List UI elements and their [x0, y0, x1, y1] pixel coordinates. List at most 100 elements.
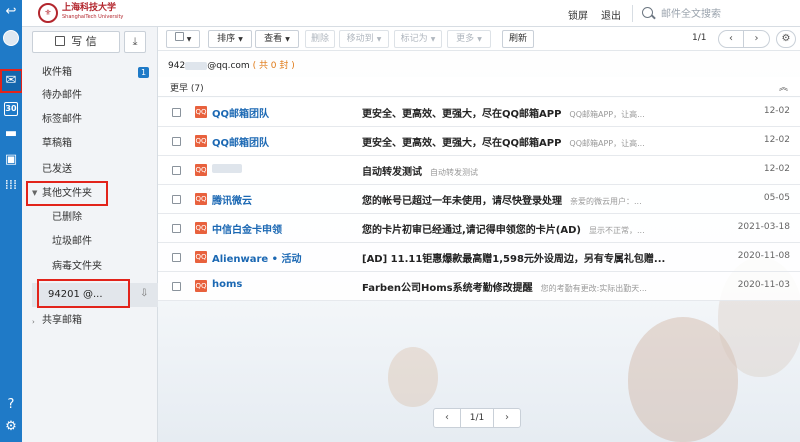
back-icon[interactable]: ↩ — [3, 4, 19, 20]
mail-sender[interactable]: 腾讯微云 — [212, 192, 252, 207]
mail-checkbox[interactable] — [172, 108, 181, 117]
collapse-up-icon[interactable]: ︽ — [779, 80, 788, 93]
sort-button[interactable]: 排序 ▼ — [208, 30, 252, 48]
mail-checkbox[interactable] — [172, 282, 181, 291]
mail-subject[interactable]: 更安全、更高效、更强大，尽在QQ邮箱APP QQ邮箱APP，让高... — [362, 105, 645, 120]
chevron-right-icon: › — [754, 33, 759, 44]
folder-shared[interactable]: 共享邮箱 — [42, 312, 82, 330]
mail-sender[interactable] — [212, 163, 242, 174]
select-all-checkbox[interactable] — [174, 32, 184, 41]
mail-subject-text: 更安全、更高效、更强大，尽在QQ邮箱APP — [362, 109, 562, 120]
mail-row[interactable]: QQ Alienware • 活动 [AD] 11.11钜惠爆款最高赠1,598元外… — [158, 243, 800, 272]
mail-subject-text: 您的帐号已超过一年未使用，请尽快登录处理 — [362, 196, 562, 207]
mail-date: 2021-03-18 — [737, 222, 790, 232]
folder-deleted[interactable]: 已删除 — [52, 209, 82, 227]
mail-subject[interactable]: 您的帐号已超过一年未使用，请尽快登录处理 亲爱的微云用户：... — [362, 192, 642, 207]
mail-subject[interactable]: 更安全、更高效、更强大，尽在QQ邮箱APP QQ邮箱APP，让高... — [362, 134, 645, 149]
mail-row[interactable]: QQ 腾讯微云 您的帐号已超过一年未使用，请尽快登录处理 亲爱的微云用户：... 05-… — [158, 185, 800, 214]
calendar-icon[interactable]: 30 — [4, 102, 18, 116]
mail-sender[interactable]: 中信白金卡申领 — [212, 221, 282, 236]
bottom-prev-button[interactable]: ‹ — [433, 408, 461, 428]
qq-mail-icon: QQ — [195, 106, 207, 118]
collapse-caret-icon[interactable]: › — [32, 318, 35, 326]
prev-page-button[interactable]: ‹ — [718, 30, 744, 48]
mail-subject[interactable]: [AD] 11.11钜惠爆款最高赠1,598元外设周边，另有专属礼包赠... — [362, 250, 665, 265]
lock-screen-link[interactable]: 锁屏 — [568, 7, 588, 22]
folder-inbox[interactable]: 收件箱 — [42, 64, 72, 82]
mail-subject[interactable]: 自动转发测试 自动转发测试 — [362, 163, 478, 178]
help-icon[interactable]: ? — [3, 397, 19, 413]
mail-row[interactable]: QQ homs Farben公司Homs系统考勤修改提醒 您的考勤有更改:实际出勤天.… — [158, 272, 800, 301]
inbox-unread-badge: 1 — [138, 67, 149, 78]
list-settings-button[interactable]: ⚙ — [776, 30, 796, 48]
folder-sent[interactable]: 已发送 — [42, 161, 72, 179]
upload-button[interactable]: ⤓ — [124, 31, 146, 53]
expand-caret-icon[interactable]: ▼ — [32, 189, 37, 197]
mark-as-button[interactable]: 标记为 ▼ — [394, 30, 442, 48]
mail-preview: QQ邮箱APP，让高... — [569, 110, 645, 119]
delete-button[interactable]: 删除 — [305, 30, 335, 48]
search-input[interactable]: 邮件全文搜索 — [661, 5, 721, 20]
mail-checkbox[interactable] — [172, 224, 181, 233]
folder-virus[interactable]: 病毒文件夹 — [52, 258, 102, 276]
highlight-box-account — [37, 279, 130, 308]
upload-icon: ⤓ — [132, 35, 138, 48]
mail-sender[interactable]: QQ邮箱团队 — [212, 105, 269, 120]
settings-gear-icon[interactable]: ⚙ — [3, 419, 19, 435]
mail-date: 12-02 — [763, 164, 790, 174]
account-heading: 942 @qq.com ( 共 0 封 ) — [168, 58, 295, 71]
mail-icon[interactable]: ✉ — [3, 73, 19, 89]
folder-sidebar: 写 信 ⤓ 收件箱 1 待办邮件 标签邮件 草稿箱 已发送 ▼ 其他文件夹 已删… — [22, 27, 158, 442]
mail-subject-text: 您的卡片初审已经通过,请记得申领您的卡片(AD) — [362, 225, 581, 236]
mail-row[interactable]: QQ 中信白金卡申领 您的卡片初审已经通过,请记得申领您的卡片(AD) 显示不正常，.… — [158, 214, 800, 243]
search-box[interactable]: 邮件全文搜索 — [642, 5, 721, 20]
mail-date: 2020-11-03 — [737, 280, 790, 290]
bottom-next-button[interactable]: › — [493, 408, 521, 428]
top-header: ⚜ 上海科技大学 ShanghaiTech University 锁屏 退出 邮… — [22, 0, 800, 27]
folder-tagged[interactable]: 标签邮件 — [42, 111, 82, 129]
group-header[interactable]: 更早 (7) ︽ — [158, 77, 800, 97]
folder-other[interactable]: 其他文件夹 — [42, 185, 92, 203]
chevron-down-icon: ▼ — [430, 36, 436, 43]
header-divider — [632, 5, 633, 22]
next-page-button[interactable]: › — [744, 30, 770, 48]
refresh-label: 刷新 — [508, 34, 527, 44]
compose-label: 写 信 — [71, 35, 97, 48]
chevron-down-icon: ▼ — [376, 36, 382, 43]
bottom-pagination: ‹ 1/1 › — [433, 408, 521, 428]
move-to-button[interactable]: 移动到 ▼ — [339, 30, 389, 48]
folder-icon[interactable]: ▬ — [3, 126, 19, 142]
more-button[interactable]: 更多 ▼ — [447, 30, 491, 48]
folder-spam[interactable]: 垃圾邮件 — [52, 233, 92, 251]
balloon-decoration — [388, 347, 438, 407]
mail-sender[interactable]: homs — [212, 279, 242, 290]
mail-checkbox[interactable] — [172, 253, 181, 262]
mail-sender[interactable]: QQ邮箱团队 — [212, 134, 269, 149]
compose-button[interactable]: 写 信 — [32, 31, 120, 53]
view-button[interactable]: 查看 ▼ — [255, 30, 299, 48]
folder-drafts[interactable]: 草稿箱 — [42, 135, 72, 153]
folder-todo[interactable]: 待办邮件 — [42, 87, 82, 105]
search-icon — [642, 7, 653, 18]
mail-row[interactable]: QQ QQ邮箱团队 更安全、更高效、更强大，尽在QQ邮箱APP QQ邮箱APP，让高.… — [158, 98, 800, 127]
contacts-icon[interactable]: ▣ — [3, 152, 19, 168]
refresh-button[interactable]: 刷新 — [502, 30, 534, 48]
select-all-dropdown[interactable]: ▼ — [166, 30, 200, 48]
mail-subject[interactable]: Farben公司Homs系统考勤修改提醒 您的考勤有更改:实际出勤天... — [362, 279, 647, 294]
apps-grid-icon[interactable]: ⁞⁞⁞ — [3, 178, 19, 194]
mail-checkbox[interactable] — [172, 195, 181, 204]
bottom-page-indicator: 1/1 — [461, 408, 493, 428]
mail-checkbox[interactable] — [172, 137, 181, 146]
avatar-icon[interactable] — [3, 30, 19, 46]
mail-date: 05-05 — [763, 193, 790, 203]
mail-checkbox[interactable] — [172, 166, 181, 175]
mail-subject[interactable]: 您的卡片初审已经通过,请记得申领您的卡片(AD) 显示不正常，... — [362, 221, 645, 236]
download-icon[interactable]: ⇩ — [140, 288, 148, 299]
mail-sender[interactable]: Alienware • 活动 — [212, 250, 302, 265]
mail-preview: 自动转发测试 — [430, 168, 478, 177]
qq-mail-icon: QQ — [195, 251, 207, 263]
mail-subject-text: Farben公司Homs系统考勤修改提醒 — [362, 283, 533, 294]
mail-row[interactable]: QQ 自动转发测试 自动转发测试 12-02 — [158, 156, 800, 185]
logout-link[interactable]: 退出 — [601, 7, 621, 22]
mail-row[interactable]: QQ QQ邮箱团队 更安全、更高效、更强大，尽在QQ邮箱APP QQ邮箱APP，让高.… — [158, 127, 800, 156]
